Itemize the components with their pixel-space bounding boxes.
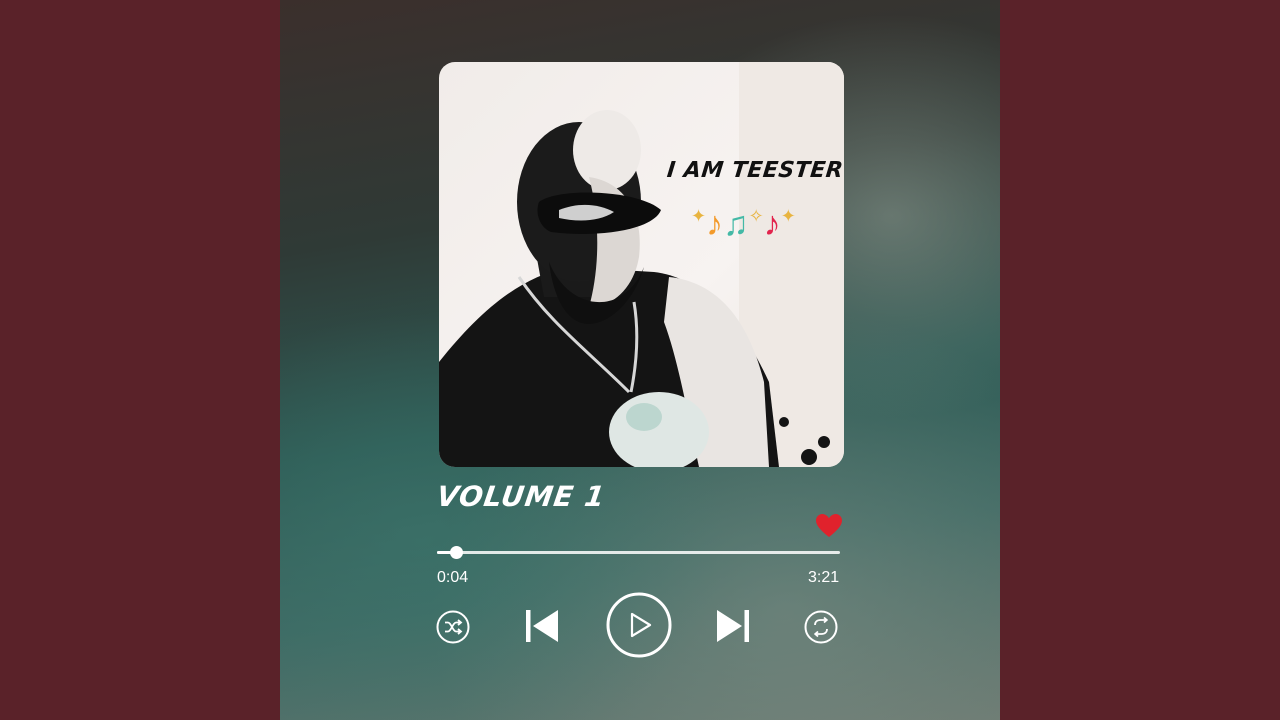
- like-button[interactable]: [815, 513, 843, 539]
- shuffle-button[interactable]: [436, 610, 470, 644]
- cover-artist-text: I AM TEESTER: [665, 158, 844, 183]
- repeat-button[interactable]: [804, 610, 838, 644]
- repeat-icon: [804, 610, 838, 644]
- cover-photo: [439, 62, 844, 467]
- elapsed-time: 0:04: [437, 569, 469, 586]
- previous-button[interactable]: [524, 608, 560, 644]
- music-notes-icon: ✦♪♫✧♪✦: [691, 205, 796, 243]
- skip-next-icon: [717, 610, 749, 642]
- skip-previous-icon: [526, 610, 558, 642]
- play-icon: [606, 592, 672, 658]
- shuffle-icon: [436, 610, 470, 644]
- album-cover: I AM TEESTER ✦♪♫✧♪✦: [439, 62, 844, 467]
- heart-icon: [816, 514, 842, 537]
- progress-bar[interactable]: [437, 546, 840, 559]
- total-time: 3:21: [808, 569, 840, 586]
- play-button[interactable]: [606, 592, 672, 658]
- next-button[interactable]: [715, 608, 751, 644]
- track-title: VOLUME 1: [434, 480, 608, 513]
- progress-thumb[interactable]: [449, 546, 463, 559]
- player-card: I AM TEESTER ✦♪♫✧♪✦ VOLUME 1 0:04 3:21: [280, 0, 1000, 720]
